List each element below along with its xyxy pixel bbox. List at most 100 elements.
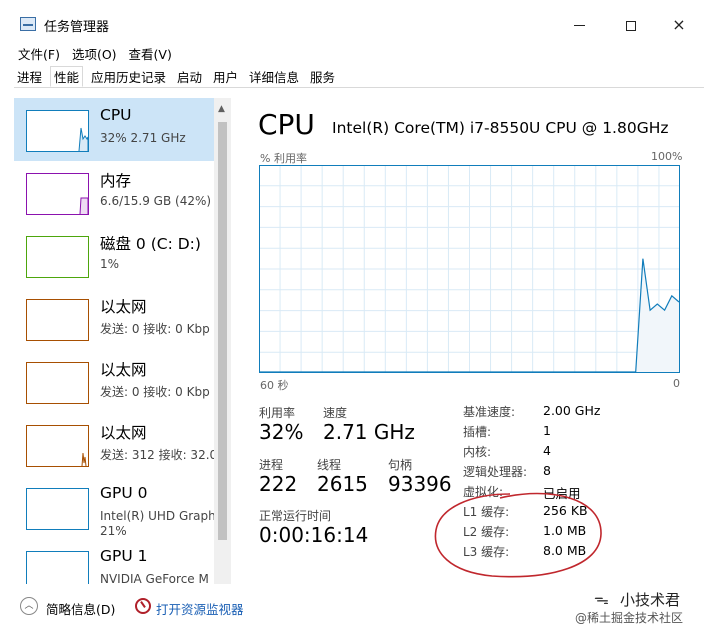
handles-value: 93396 (388, 472, 452, 496)
spec-value-logical-processors: 8 (543, 463, 551, 478)
resource-item-cpu[interactable]: CPU 32% 2.71 GHz (14, 98, 214, 161)
resource-name: 磁盘 0 (C: D:) (100, 235, 201, 253)
scroll-thumb[interactable] (218, 122, 227, 540)
minimize-icon (573, 25, 585, 26)
wechat-logo-icon: ᯓ (594, 590, 609, 608)
tab-services[interactable]: 服务 (307, 67, 338, 88)
close-icon: × (672, 15, 686, 34)
disk-thumbnail (26, 236, 89, 278)
tab-bar: 进程 性能 应用历史记录 启动 用户 详细信息 服务 (14, 66, 704, 88)
spec-value-cores: 4 (543, 443, 551, 458)
spec-value-base-speed: 2.00 GHz (543, 403, 601, 418)
uptime-value: 0:00:16:14 (259, 523, 369, 547)
ethernet-thumbnail (26, 362, 89, 404)
spec-value-l3-cache: 8.0 MB (543, 543, 587, 558)
tab-users[interactable]: 用户 (210, 67, 241, 88)
resource-detail: 发送: 312 接收: 32.0 (100, 448, 218, 462)
resource-name: CPU (100, 106, 132, 124)
spec-label-l2-cache: L2 缓存: (463, 525, 510, 539)
watermark-brand: 小技术君 (620, 591, 681, 609)
menu-file[interactable]: 文件(F) (18, 44, 60, 63)
resource-item-gpu-1[interactable]: GPU 1 NVIDIA GeForce M (14, 539, 214, 584)
resource-name: 以太网 (100, 361, 147, 379)
spec-label-base-speed: 基准速度: (463, 405, 516, 419)
graph-time-span: 60 秒 (260, 379, 289, 392)
resource-name: 以太网 (100, 424, 147, 442)
threads-label: 线程 (317, 458, 342, 472)
page-title: CPU (258, 108, 315, 141)
scroll-up-arrow-icon[interactable]: ▲ (218, 104, 225, 114)
spec-label-virtualization: 虚拟化: (463, 485, 504, 499)
open-resource-monitor-link[interactable]: 打开资源监视器 (156, 599, 244, 618)
title-bar: 任务管理器 × (0, 0, 712, 44)
spec-value-l2-cache: 1.0 MB (543, 523, 587, 538)
processes-label: 进程 (259, 458, 284, 472)
spec-label-logical-processors: 逻辑处理器: (463, 465, 528, 479)
resource-name: 内存 (100, 172, 132, 190)
resource-detail: 发送: 0 接收: 0 Kbp (100, 322, 210, 336)
resource-item-gpu-0[interactable]: GPU 0 Intel(R) UHD Graph 21% (14, 476, 216, 539)
processes-value: 222 (259, 472, 298, 496)
resource-item-ethernet-3[interactable]: 以太网 发送: 312 接收: 32.0 (14, 413, 218, 476)
resource-usage: 21% (100, 524, 127, 538)
spec-label-cores: 内核: (463, 445, 492, 459)
resource-item-ethernet-1[interactable]: 以太网 发送: 0 接收: 0 Kbp (14, 287, 214, 350)
ethernet-thumbnail (26, 425, 89, 467)
resource-detail: Intel(R) UHD Graph (100, 509, 216, 523)
resource-item-ethernet-2[interactable]: 以太网 发送: 0 接收: 0 Kbp (14, 350, 214, 413)
minimize-button[interactable] (556, 10, 602, 40)
collapse-chevron-up-icon[interactable]: ︿ (20, 597, 38, 615)
resource-detail: 6.6/15.9 GB (42%) (100, 194, 212, 208)
ethernet-thumbnail (26, 299, 89, 341)
resource-list-scrollbar[interactable]: ▲ (214, 98, 231, 584)
spec-value-l1-cache: 256 KB (543, 503, 588, 518)
task-manager-window: 任务管理器 × 文件(F) 选项(O) 查看(V) 进程 性能 应用历史记录 启… (0, 0, 712, 630)
resource-name: 以太网 (100, 298, 147, 316)
menu-view[interactable]: 查看(V) (129, 44, 172, 63)
spec-label-sockets: 插槽: (463, 425, 492, 439)
graph-axis-max: 100% (651, 150, 683, 163)
cpu-model-name: Intel(R) Core(TM) i7-8550U CPU @ 1.80GHz (332, 119, 669, 137)
graph-axis-label: % 利用率 (260, 152, 307, 165)
handles-label: 句柄 (388, 458, 413, 472)
close-button[interactable]: × (656, 10, 702, 40)
resource-name: GPU 1 (100, 547, 148, 565)
threads-value: 2615 (317, 472, 368, 496)
resource-detail: 32% 2.71 GHz (100, 131, 186, 145)
utilization-label: 利用率 (259, 406, 296, 420)
spec-label-l1-cache: L1 缓存: (463, 505, 510, 519)
graph-time-zero: 0 (673, 377, 680, 390)
resource-name: GPU 0 (100, 484, 148, 502)
uptime-label: 正常运行时间 (259, 509, 332, 523)
tab-app-history[interactable]: 应用历史记录 (88, 67, 169, 88)
cpu-thumbnail (26, 110, 89, 152)
gpu-thumbnail (26, 551, 89, 584)
resource-detail: 发送: 0 接收: 0 Kbp (100, 385, 210, 399)
spec-value-virtualization: 已启用 (543, 486, 581, 501)
tab-processes[interactable]: 进程 (14, 67, 45, 88)
watermark-caption: @稀土掘金技术社区 (575, 611, 684, 625)
window-title: 任务管理器 (44, 20, 110, 35)
speed-value: 2.71 GHz (323, 420, 415, 444)
gpu-thumbnail (26, 488, 89, 530)
speed-label: 速度 (323, 406, 348, 420)
maximize-icon (626, 20, 636, 31)
spec-label-l3-cache: L3 缓存: (463, 545, 510, 559)
fewer-details-link[interactable]: 简略信息(D) (46, 599, 115, 618)
task-manager-app-icon (20, 17, 36, 31)
resource-detail: NVIDIA GeForce M (100, 572, 209, 584)
tab-startup[interactable]: 启动 (174, 67, 205, 88)
utilization-value: 32% (259, 420, 304, 444)
memory-thumbnail (26, 173, 89, 215)
resource-item-disk[interactable]: 磁盘 0 (C: D:) 1% (14, 224, 214, 287)
menu-options[interactable]: 选项(O) (72, 44, 117, 63)
resource-list: CPU 32% 2.71 GHz 内存 6.6/15.9 GB (42%) 磁盘… (14, 98, 232, 584)
maximize-button[interactable] (608, 10, 654, 40)
resource-item-memory[interactable]: 内存 6.6/15.9 GB (42%) (14, 161, 214, 224)
menu-bar: 文件(F) 选项(O) 查看(V) (18, 44, 180, 62)
cpu-utilization-graph (259, 165, 680, 373)
resource-monitor-icon[interactable] (135, 598, 151, 614)
tab-details[interactable]: 详细信息 (246, 67, 302, 88)
tab-performance[interactable]: 性能 (50, 66, 84, 87)
spec-value-sockets: 1 (543, 423, 551, 438)
